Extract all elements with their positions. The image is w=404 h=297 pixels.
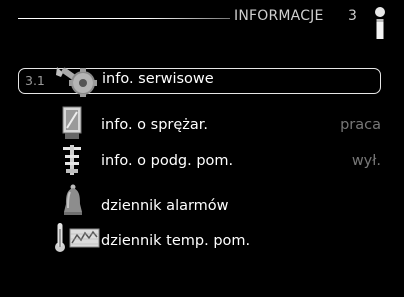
wrench-gear-icon <box>53 63 99 97</box>
menu-title: INFORMACJE <box>234 8 324 24</box>
thermometer-icon <box>373 5 387 41</box>
menu-item-label: info. serwisowe <box>102 71 214 87</box>
menu-item-id: 3.1 <box>25 73 45 88</box>
compressor-icon <box>61 106 83 140</box>
menu-item-label: info. o sprężar. <box>101 117 209 133</box>
menu-item-temperature-log[interactable]: dziennik temp. pom. <box>18 223 381 257</box>
heater-icon <box>63 145 81 175</box>
menu-item-status: wył. <box>351 153 381 169</box>
menu-item-status: praca <box>340 117 381 133</box>
temperature-log-icon <box>54 219 100 253</box>
display-screen: INFORMACJE 3 3.1 info. serwisowe info. o… <box>0 0 404 297</box>
menu-item-label: dziennik alarmów <box>101 198 229 214</box>
menu-item-label: info. o podg. pom. <box>101 153 234 169</box>
menu-number: 3 <box>348 8 357 24</box>
menu-item-heater-info[interactable]: info. o podg. pom. wył. <box>18 145 381 177</box>
header-divider <box>18 18 230 19</box>
menu-item-compressor-info[interactable]: info. o sprężar. praca <box>18 106 381 141</box>
menu-item-label: dziennik temp. pom. <box>101 233 251 249</box>
menu-item-service-info[interactable]: 3.1 info. serwisowe <box>18 67 381 97</box>
bell-icon <box>62 184 84 218</box>
